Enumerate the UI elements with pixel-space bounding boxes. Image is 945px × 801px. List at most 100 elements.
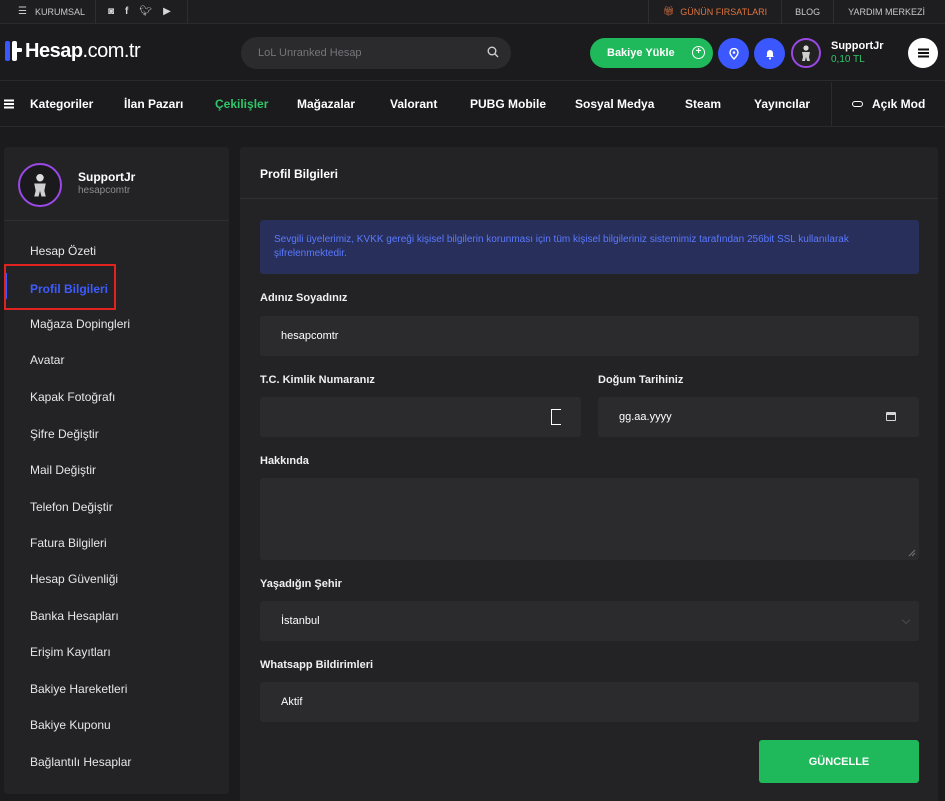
whatsapp-label: Whatsapp Bildirimleri bbox=[260, 659, 374, 671]
toggle-icon bbox=[852, 100, 863, 107]
birthdate-field[interactable]: gg.aa.yyyy bbox=[598, 397, 919, 437]
sidebar-item-profil-bilgileri[interactable]: Profil Bilgileri bbox=[30, 282, 108, 296]
gift-icon: 🎁︎ bbox=[662, 6, 675, 16]
header-avatar[interactable] bbox=[791, 38, 821, 68]
header-user-balance: 0,10 TL bbox=[831, 54, 865, 65]
main-menu-button[interactable] bbox=[908, 38, 938, 68]
category-nav: Kategoriler İlan Pazarı Çekilişler Mağaz… bbox=[0, 82, 945, 127]
sidebar-username: hesapcomtr bbox=[78, 185, 131, 196]
fullname-value: hesapcomtr bbox=[281, 330, 339, 342]
page-title: Profil Bilgileri bbox=[260, 167, 339, 181]
whatsapp-value: Aktif bbox=[281, 696, 303, 708]
nav-item-sosyal-medya[interactable]: Sosyal Medya bbox=[575, 82, 654, 127]
instagram-icon[interactable]: ◙ bbox=[108, 6, 114, 17]
header-user-name[interactable]: SupportJr bbox=[831, 40, 884, 52]
corporate-label: KURUMSAL bbox=[34, 6, 85, 17]
whatsapp-select[interactable]: Aktif bbox=[260, 682, 919, 722]
sidebar-item-hesap-ozeti[interactable]: Hesap Özeti bbox=[30, 244, 96, 258]
tc-field[interactable] bbox=[260, 397, 581, 437]
sidebar-item-erisim-kayitlari[interactable]: Erişim Kayıtları bbox=[30, 645, 111, 659]
mode-label: Açık Mod bbox=[872, 97, 926, 111]
nav-item-pubg-mobile[interactable]: PUBG Mobile bbox=[470, 82, 546, 127]
sidebar-item-banka-hesaplari[interactable]: Banka Hesapları bbox=[30, 609, 119, 623]
fullname-field[interactable]: hesapcomtr bbox=[260, 316, 919, 356]
text-cursor-icon bbox=[551, 409, 561, 425]
search-icon[interactable] bbox=[487, 46, 499, 58]
sidebar-item-magaza-dopingleri[interactable]: Mağaza Dopingleri bbox=[30, 317, 130, 331]
site-header: Hesap.com.tr Bakiye Yükle + SupportJr 0,… bbox=[0, 24, 945, 81]
location-button[interactable] bbox=[718, 38, 749, 69]
about-label: Hakkında bbox=[260, 455, 309, 467]
top-utility-bar: ☰ KURUMSAL ◙ f 🐦︎ ▶ 🎁︎ GÜNÜN FIRSATLARI … bbox=[0, 0, 945, 24]
corporate-menu[interactable]: ☰ KURUMSAL bbox=[0, 0, 96, 24]
resize-handle-icon[interactable] bbox=[908, 549, 916, 557]
sidebar-item-bakiye-kuponu[interactable]: Bakiye Kuponu bbox=[30, 718, 111, 732]
sidebar-item-hesap-guvenligi[interactable]: Hesap Güvenliği bbox=[30, 572, 118, 586]
nav-item-cekilisler[interactable]: Çekilişler bbox=[215, 82, 268, 127]
plus-circle-icon: + bbox=[692, 46, 705, 59]
city-value: İstanbul bbox=[281, 615, 320, 627]
profile-panel: Profil Bilgileri Sevgili üyelerimiz, KVK… bbox=[240, 147, 938, 801]
sidebar-item-mail-degistir[interactable]: Mail Değiştir bbox=[30, 463, 96, 477]
fullname-label: Adınız Soyadınız bbox=[260, 292, 348, 304]
sidebar-item-sifre-degistir[interactable]: Şifre Değiştir bbox=[30, 427, 99, 441]
logo-mark-icon bbox=[4, 39, 22, 63]
logo-text-bold: Hesap bbox=[25, 39, 83, 62]
avatar bbox=[18, 163, 62, 207]
kvkk-notice: Sevgili üyelerimiz, KVKK gereği kişisel … bbox=[260, 220, 919, 274]
account-sidebar: SupportJr hesapcomtr Hesap Özeti Profil … bbox=[4, 147, 229, 794]
facebook-icon[interactable]: f bbox=[125, 6, 128, 17]
calendar-icon[interactable] bbox=[886, 412, 896, 421]
chevron-down-icon bbox=[901, 615, 911, 625]
deals-label: GÜNÜN FIRSATLARI bbox=[680, 6, 768, 17]
nav-item-yayincilar[interactable]: Yayıncılar bbox=[754, 82, 810, 127]
nav-item-steam[interactable]: Steam bbox=[685, 82, 721, 127]
active-indicator bbox=[4, 273, 7, 299]
nav-label: Kategoriler bbox=[30, 97, 94, 111]
sidebar-user-name: SupportJr bbox=[78, 170, 136, 184]
city-select[interactable]: İstanbul bbox=[260, 601, 919, 641]
nav-item-valorant[interactable]: Valorant bbox=[390, 82, 437, 127]
light-mode-toggle[interactable]: Açık Mod bbox=[852, 82, 925, 127]
hamburger-icon bbox=[4, 103, 14, 105]
youtube-icon[interactable]: ▶ bbox=[163, 6, 171, 17]
twitter-icon[interactable]: 🐦︎ bbox=[139, 6, 152, 17]
blog-label: BLOG bbox=[795, 6, 821, 17]
map-pin-icon bbox=[728, 47, 739, 60]
hamburger-icon bbox=[917, 52, 929, 54]
sidebar-profile: SupportJr hesapcomtr bbox=[4, 147, 229, 221]
topbar-spacer bbox=[188, 0, 649, 24]
sidebar-item-telefon-degistir[interactable]: Telefon Değiştir bbox=[30, 500, 113, 514]
logo-text-light: .com.tr bbox=[82, 39, 141, 62]
sidebar-item-avatar[interactable]: Avatar bbox=[30, 353, 64, 367]
topup-label: Bakiye Yükle bbox=[607, 47, 675, 59]
notifications-button[interactable] bbox=[754, 38, 785, 69]
search-input[interactable] bbox=[241, 37, 511, 69]
birthdate-placeholder: gg.aa.yyyy bbox=[619, 411, 672, 423]
avatar-figure-icon bbox=[34, 174, 46, 197]
birthdate-label: Doğum Tarihiniz bbox=[598, 374, 684, 386]
nav-divider bbox=[831, 82, 832, 127]
social-links: ◙ f 🐦︎ ▶ bbox=[96, 0, 188, 24]
about-textarea[interactable] bbox=[260, 478, 919, 560]
hamburger-icon: ☰ bbox=[18, 6, 27, 17]
panel-header: Profil Bilgileri bbox=[240, 147, 938, 199]
update-button[interactable]: GÜNCELLE bbox=[759, 740, 919, 783]
nav-item-kategoriler[interactable]: Kategoriler bbox=[4, 82, 93, 127]
topup-balance-button[interactable]: Bakiye Yükle + bbox=[590, 38, 713, 68]
nav-item-magazalar[interactable]: Mağazalar bbox=[297, 82, 355, 127]
sidebar-item-bakiye-hareketleri[interactable]: Bakiye Hareketleri bbox=[30, 682, 127, 696]
blog-link[interactable]: BLOG bbox=[782, 0, 835, 24]
help-label: YARDIM MERKEZİ bbox=[848, 6, 925, 17]
city-label: Yaşadığın Şehir bbox=[260, 578, 342, 590]
sidebar-item-fatura-bilgileri[interactable]: Fatura Bilgileri bbox=[30, 536, 107, 550]
sidebar-item-kapak-fotografi[interactable]: Kapak Fotoğrafı bbox=[30, 390, 115, 404]
tc-label: T.C. Kimlik Numaranız bbox=[260, 374, 375, 386]
nav-item-ilan-pazari[interactable]: İlan Pazarı bbox=[124, 82, 183, 127]
deals-link[interactable]: 🎁︎ GÜNÜN FIRSATLARI bbox=[649, 0, 783, 24]
avatar-figure-icon bbox=[802, 45, 810, 61]
help-center-link[interactable]: YARDIM MERKEZİ bbox=[834, 0, 945, 24]
sidebar-item-baglantili-hesaplar[interactable]: Bağlantılı Hesaplar bbox=[30, 755, 131, 769]
site-logo[interactable]: Hesap.com.tr bbox=[4, 39, 141, 63]
bell-icon bbox=[765, 49, 774, 60]
